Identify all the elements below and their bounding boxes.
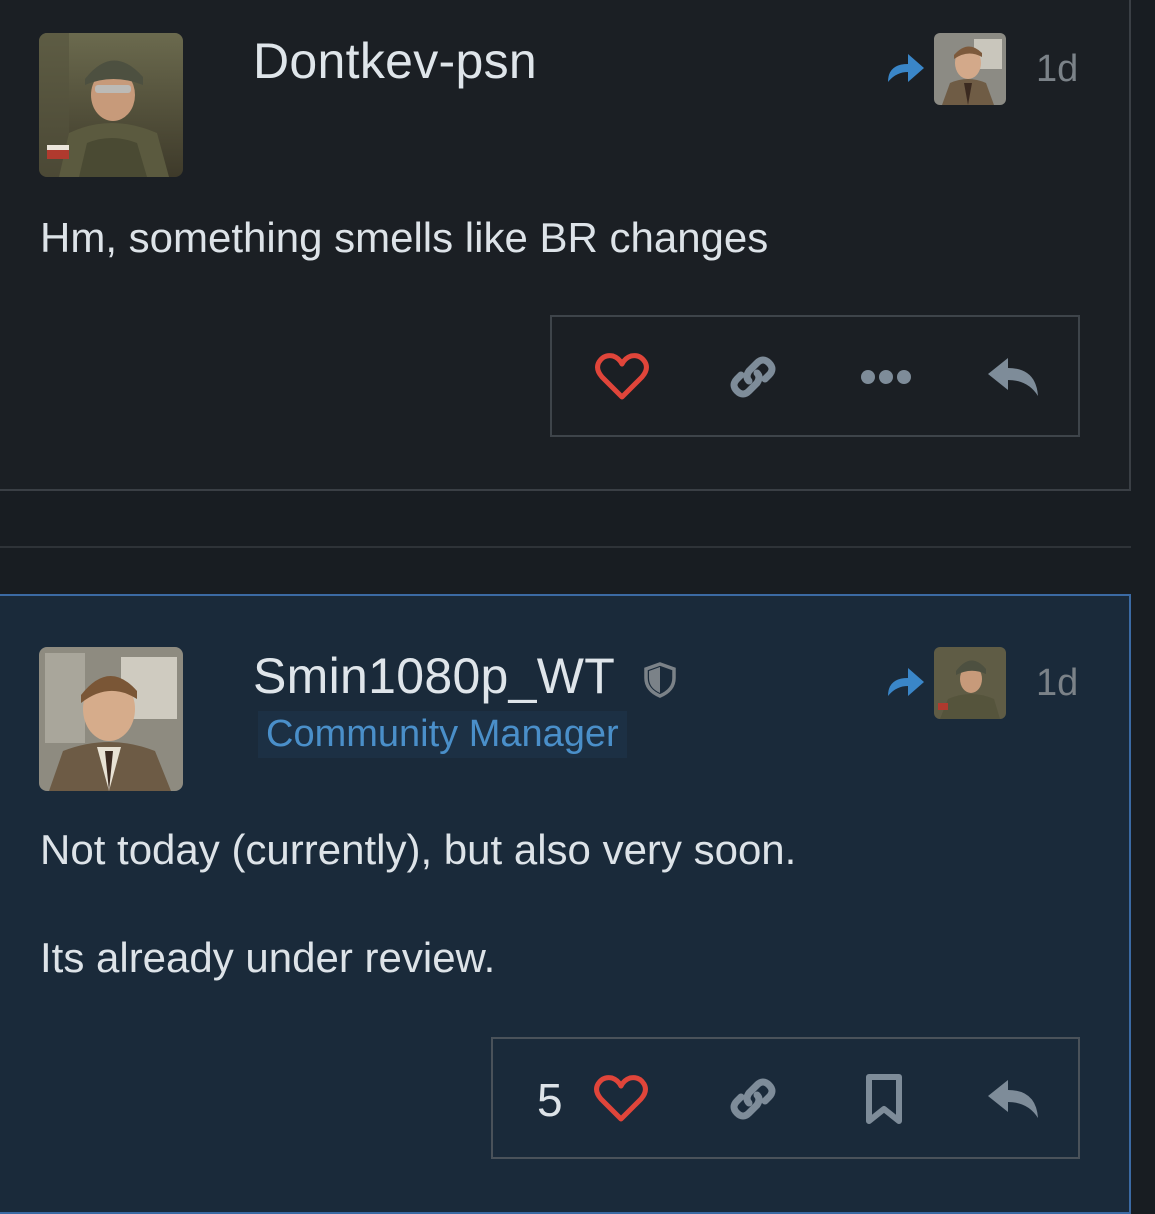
post-divider <box>0 546 1131 548</box>
like-count[interactable]: 5 <box>537 1073 563 1127</box>
user-flair: Community Manager <box>258 711 627 758</box>
post-body: Hm, something smells like BR changes <box>40 214 769 261</box>
username[interactable]: Smin1080p_WT <box>253 647 615 705</box>
bookmark-button[interactable] <box>861 1071 907 1127</box>
post-smin: Smin1080p_WT Community Manager 1d Not to… <box>0 594 1131 1214</box>
man-in-suit-avatar[interactable] <box>39 647 183 791</box>
ellipsis-icon <box>861 370 911 384</box>
reply-icon <box>988 358 1038 396</box>
man-in-suit-avatar[interactable] <box>934 33 1006 105</box>
post-body-line-2: Its already under review. <box>40 934 496 981</box>
more-options-button[interactable] <box>858 349 914 405</box>
post-dontkev: Dontkev-psn 1d Hm, something smells like… <box>0 0 1131 491</box>
bookmark-icon <box>866 1074 902 1124</box>
heart-icon <box>595 353 649 400</box>
reply-button[interactable] <box>984 349 1044 405</box>
like-button[interactable] <box>594 349 650 405</box>
heart-icon <box>594 1075 648 1122</box>
reply-to-arrow-icon <box>884 664 926 700</box>
username[interactable]: Dontkev-psn <box>253 32 537 90</box>
link-icon <box>730 356 776 398</box>
moderator-shield-icon <box>644 662 676 698</box>
reply-icon <box>988 1080 1038 1118</box>
reply-to-arrow-icon <box>884 50 926 86</box>
reply-button[interactable] <box>984 1071 1044 1127</box>
post-body-line-1: Not today (currently), but also very soo… <box>40 826 797 873</box>
post-actions <box>550 315 1080 437</box>
post-actions: 5 <box>491 1037 1080 1159</box>
soldier-avatar[interactable] <box>39 33 183 177</box>
soldier-avatar[interactable] <box>934 647 1006 719</box>
post-time[interactable]: 1d <box>1036 48 1078 91</box>
share-link-button[interactable] <box>724 1071 782 1127</box>
link-icon <box>730 1078 776 1120</box>
post-time[interactable]: 1d <box>1036 662 1078 705</box>
like-button[interactable] <box>593 1071 649 1127</box>
share-link-button[interactable] <box>724 349 782 405</box>
